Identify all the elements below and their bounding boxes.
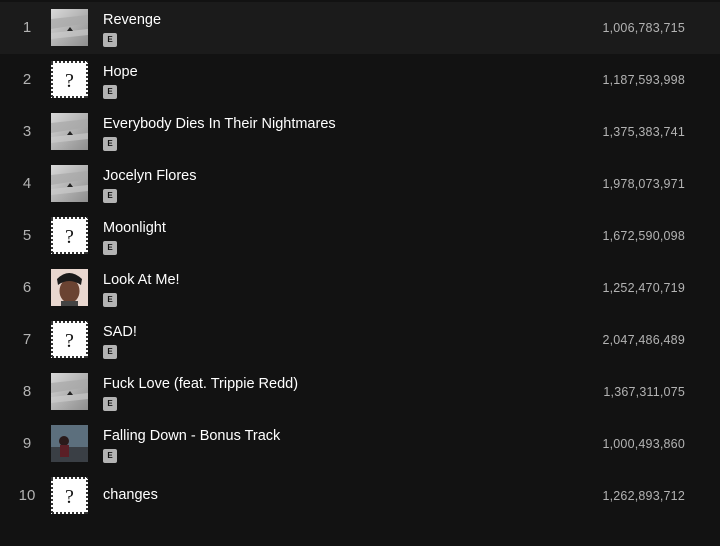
play-count: 2,047,486,489: [602, 333, 685, 347]
track-number: 3: [22, 123, 32, 140]
track-row[interactable]: 2 ? Hope E 1,187,593,998: [0, 54, 720, 106]
svg-text:?: ?: [65, 226, 74, 248]
explicit-badge: E: [103, 293, 117, 307]
track-number: 2: [22, 71, 32, 88]
track-number: 8: [22, 383, 32, 400]
play-count: 1,672,590,098: [602, 229, 685, 243]
album-art-image: [51, 269, 88, 306]
track-number: 9: [22, 435, 32, 452]
explicit-badge: E: [103, 137, 117, 151]
svg-text:?: ?: [65, 70, 74, 92]
track-title[interactable]: Look At Me!: [103, 272, 180, 288]
track-title[interactable]: Jocelyn Flores: [103, 168, 196, 184]
album-art-image: ?: [51, 217, 88, 254]
play-count: 1,978,073,971: [602, 177, 685, 191]
explicit-badge: E: [103, 189, 117, 203]
play-count: 1,375,383,741: [602, 125, 685, 139]
svg-text:?: ?: [65, 486, 74, 508]
explicit-badge: E: [103, 33, 117, 47]
album-art-image: ?: [51, 477, 88, 514]
track-number: 1: [22, 19, 32, 36]
track-row[interactable]: 10 ? changes 1,262,893,712: [0, 470, 720, 522]
album-art-image: ?: [51, 61, 88, 98]
track-title[interactable]: Moonlight: [103, 220, 166, 236]
explicit-badge: E: [103, 397, 117, 411]
track-row[interactable]: 4 Jocelyn Flores E 1,978,073,971: [0, 158, 720, 210]
track-row[interactable]: 8 Fuck Love (feat. Trippie Redd) E 1,367,3…: [0, 366, 720, 418]
play-count: 1,006,783,715: [602, 21, 685, 35]
explicit-badge: E: [103, 345, 117, 359]
track-title[interactable]: Falling Down - Bonus Track: [103, 428, 280, 444]
track-row[interactable]: 7 ? SAD! E 2,047,486,489: [0, 314, 720, 366]
track-title[interactable]: SAD!: [103, 324, 137, 340]
track-title[interactable]: changes: [103, 487, 158, 503]
track-row[interactable]: 1 Revenge E 1,006,783,715: [0, 2, 720, 54]
explicit-badge: E: [103, 241, 117, 255]
track-number: 10: [18, 487, 36, 504]
album-art-image: ?: [51, 321, 88, 358]
svg-text:?: ?: [65, 330, 74, 352]
track-number: 7: [22, 331, 32, 348]
popular-tracks-list: 1 Revenge E 1,006,783,715 2 ? Hope E 1,187,59…: [0, 0, 720, 546]
track-title[interactable]: Hope: [103, 64, 138, 80]
play-count: 1,000,493,860: [602, 437, 685, 451]
track-row[interactable]: 6 Look At Me! E 1,252,470,719: [0, 262, 720, 314]
track-row[interactable]: 3 Everybody Dies In Their Nightmares E 1,3…: [0, 106, 720, 158]
track-title[interactable]: Everybody Dies In Their Nightmares: [103, 116, 336, 132]
album-art-image: [51, 9, 88, 46]
track-number: 6: [22, 279, 32, 296]
play-count: 1,252,470,719: [602, 281, 685, 295]
track-number: 4: [22, 175, 32, 192]
track-title[interactable]: Revenge: [103, 12, 161, 28]
play-count: 1,367,311,075: [603, 385, 685, 399]
track-number: 5: [22, 227, 32, 244]
album-art-image: [51, 165, 88, 202]
play-count: 1,262,893,712: [602, 489, 685, 503]
track-row[interactable]: 9 Falling Down - Bonus Track E 1,000,493,8…: [0, 418, 720, 470]
explicit-badge: E: [103, 85, 117, 99]
explicit-badge: E: [103, 449, 117, 463]
track-row[interactable]: 5 ? Moonlight E 1,672,590,098: [0, 210, 720, 262]
track-title[interactable]: Fuck Love (feat. Trippie Redd): [103, 376, 298, 392]
play-count: 1,187,593,998: [602, 73, 685, 87]
album-art-image: [51, 113, 88, 150]
album-art-image: [51, 425, 88, 462]
album-art-image: [51, 373, 88, 410]
